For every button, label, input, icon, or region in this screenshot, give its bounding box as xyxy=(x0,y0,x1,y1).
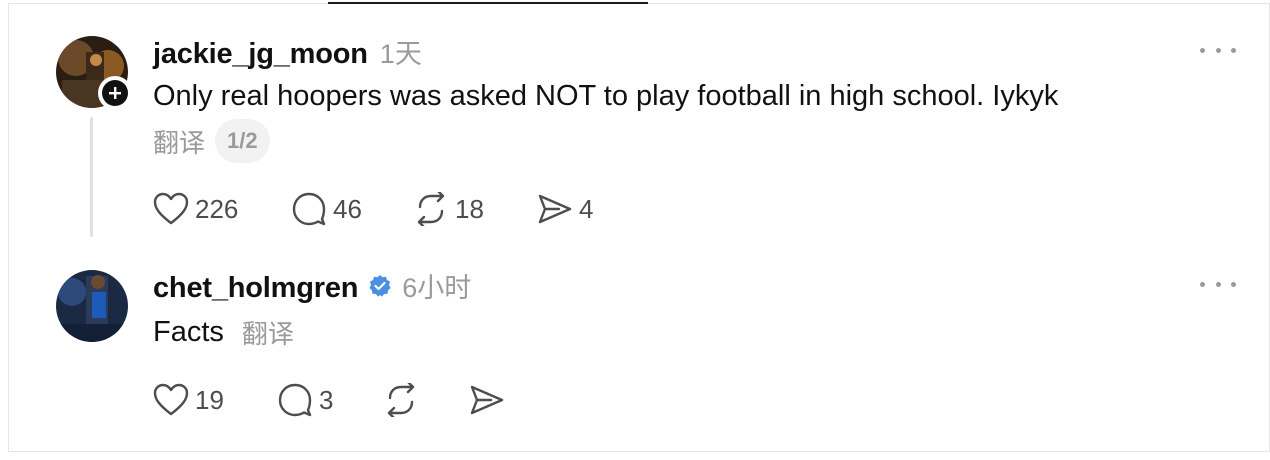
follow-button[interactable] xyxy=(98,76,132,110)
reply-button[interactable]: 46 xyxy=(291,192,413,226)
comment-icon xyxy=(291,192,327,226)
send-icon xyxy=(469,383,505,417)
verified-badge-icon xyxy=(368,274,392,298)
heart-icon xyxy=(153,192,189,226)
post-header: chet_holmgren 6小时 xyxy=(153,266,471,305)
repost-icon xyxy=(413,192,449,226)
post-header: jackie_jg_moon 1天 xyxy=(153,32,422,71)
repost-icon xyxy=(383,383,419,417)
share-button[interactable]: 4 xyxy=(537,192,593,226)
like-button[interactable]: 226 xyxy=(153,192,291,226)
comment-icon xyxy=(277,383,313,417)
thread-line xyxy=(90,117,93,237)
like-count: 19 xyxy=(195,384,224,415)
post-text: Only real hoopers was asked NOT to play … xyxy=(153,80,1059,112)
timestamp[interactable]: 1天 xyxy=(380,32,422,71)
more-options-icon[interactable] xyxy=(1200,40,1236,60)
avatar[interactable] xyxy=(56,270,128,342)
action-bar: 226 46 18 4 xyxy=(153,192,593,226)
like-button[interactable]: 19 xyxy=(153,383,277,417)
repost-button[interactable]: 18 xyxy=(413,192,537,226)
reply-button[interactable]: 3 xyxy=(277,383,383,417)
active-tab-indicator xyxy=(328,2,648,4)
username[interactable]: chet_holmgren xyxy=(153,272,358,305)
plus-icon xyxy=(102,80,128,106)
like-count: 226 xyxy=(195,193,239,224)
repost-count: 18 xyxy=(455,193,484,224)
heart-icon xyxy=(153,383,189,417)
more-options-icon[interactable] xyxy=(1200,274,1236,294)
reply-count: 46 xyxy=(333,193,362,224)
share-button[interactable] xyxy=(469,383,505,417)
repost-button[interactable] xyxy=(383,383,469,417)
translate-row: 翻译 1/2 xyxy=(153,119,270,163)
translate-link[interactable]: 翻译 xyxy=(242,314,294,351)
post-text: Facts xyxy=(153,316,224,348)
post-text-row: Facts 翻译 xyxy=(153,314,294,351)
share-count: 4 xyxy=(579,193,594,224)
timestamp[interactable]: 6小时 xyxy=(402,266,471,305)
page-indicator[interactable]: 1/2 xyxy=(215,119,270,163)
translate-link[interactable]: 翻译 xyxy=(153,123,205,160)
username[interactable]: jackie_jg_moon xyxy=(153,38,368,71)
send-icon xyxy=(537,192,573,226)
reply-count: 3 xyxy=(319,384,334,415)
action-bar: 19 3 xyxy=(153,383,505,417)
